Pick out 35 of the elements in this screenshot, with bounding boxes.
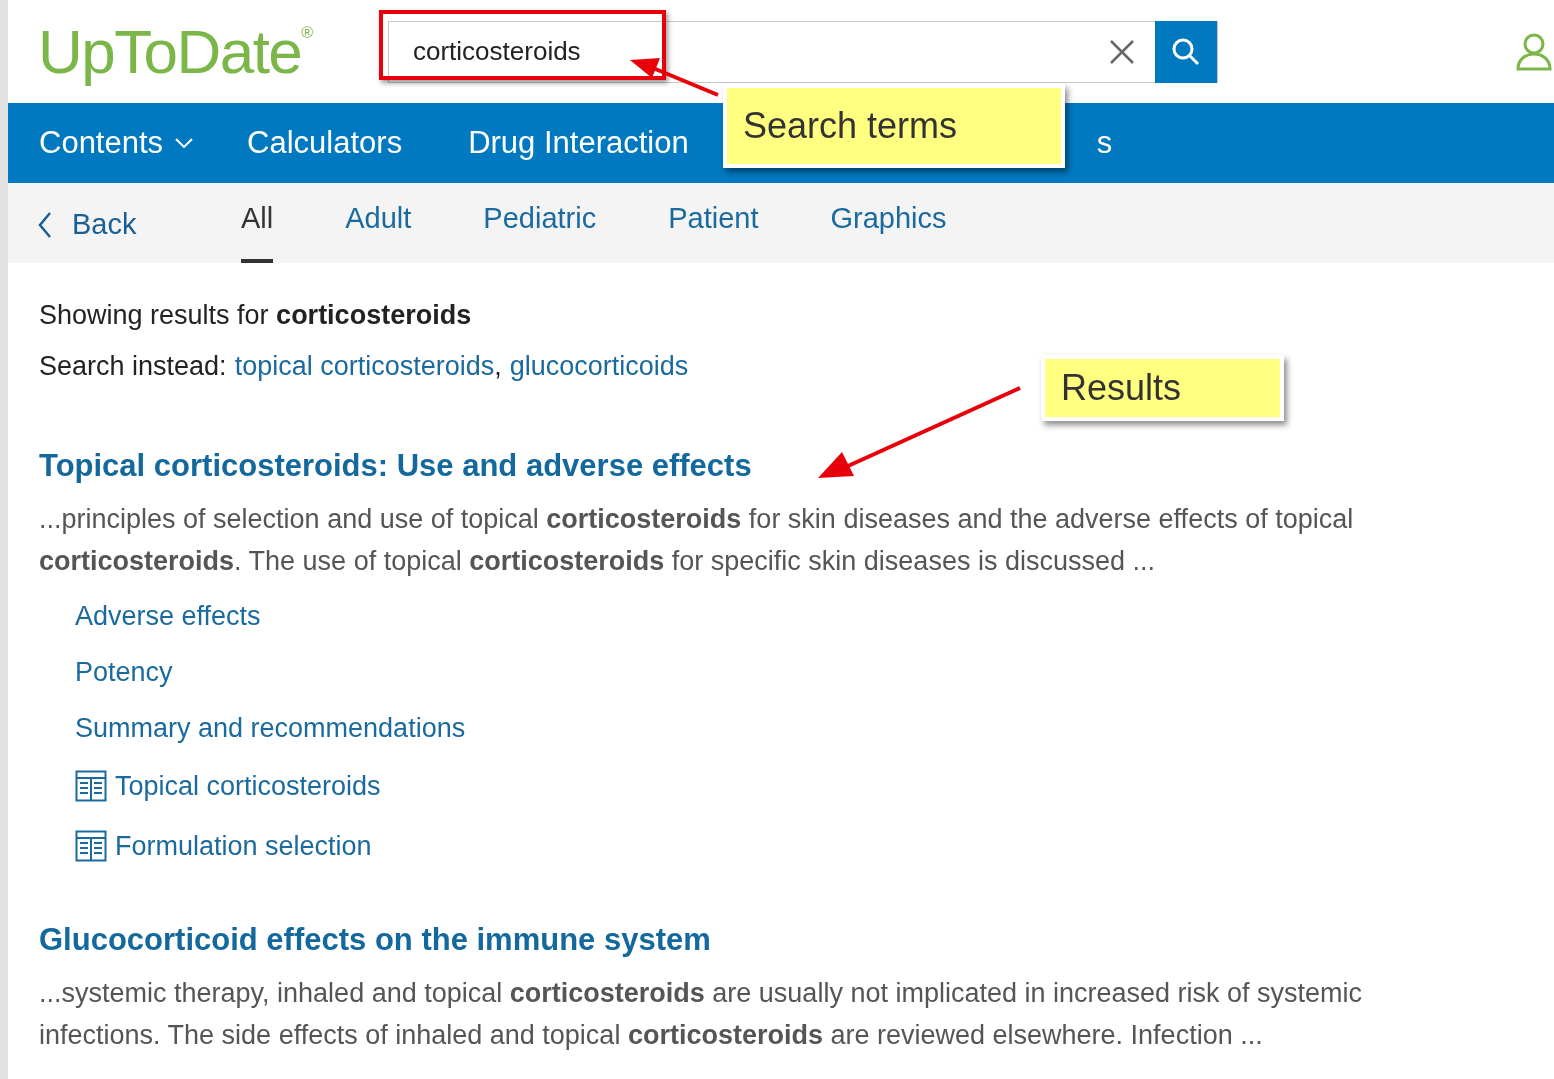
- filter-tab[interactable]: Adult: [345, 183, 412, 263]
- nav-dropdown[interactable]: Contents: [39, 119, 194, 167]
- filter-tab[interactable]: Graphics: [830, 183, 947, 263]
- nav-link[interactable]: s: [1096, 119, 1113, 167]
- registered-mark: ®: [301, 24, 314, 41]
- nav-link[interactable]: Calculators: [247, 119, 403, 167]
- search-icon: [1171, 36, 1201, 67]
- graphic-link[interactable]: Topical corticosteroids: [115, 765, 381, 807]
- result-title[interactable]: Topical corticosteroids: Use and adverse effects: [39, 446, 1494, 486]
- result-title[interactable]: Glucocorticoid effects on the immune system: [39, 920, 1494, 960]
- separator: ,: [494, 350, 502, 383]
- results-info: Showing results for corticosteroids: [39, 299, 473, 332]
- result-snippet: ...systemic therapy, inhaled and topical corticosteroids are usually not implicated in increased risk of systemic infections. The side effects of inhaled and topical corticosteroids are reviewed elsewhere. Infection ...: [39, 977, 1364, 1052]
- chevron-down-icon: [175, 138, 194, 148]
- nav-link[interactable]: Drug Interaction: [468, 119, 689, 167]
- suggestion-link[interactable]: topical corticosteroids: [234, 346, 495, 386]
- search-bar[interactable]: corticosteroids: [388, 20, 1218, 83]
- result-snippet: ...principles of selection and use of topical corticosteroids for skin diseases and the adverse effects of topical corticosteroids. The use of topical corticosteroids for specific skin diseases is discussed ...: [39, 503, 1355, 578]
- close-icon[interactable]: [1109, 38, 1135, 65]
- chevron-left-icon: [38, 212, 52, 238]
- filter-tab[interactable]: Pediatric: [483, 183, 597, 263]
- filter-tab[interactable]: Patient: [668, 183, 759, 263]
- search-button[interactable]: [1155, 20, 1217, 83]
- suggestion-link[interactable]: glucocorticoids: [509, 346, 689, 386]
- filter-tab[interactable]: All: [241, 183, 274, 263]
- user-icon[interactable]: [1516, 32, 1552, 71]
- table-icon: [75, 770, 107, 802]
- search-instead-label: Search instead:: [39, 350, 227, 383]
- section-link[interactable]: Potency: [75, 644, 1494, 700]
- section-link[interactable]: Adverse effects: [75, 588, 1494, 644]
- search-field[interactable]: corticosteroids: [413, 32, 1109, 71]
- back-link[interactable]: Back: [38, 183, 241, 263]
- section-link[interactable]: Summary and recommendations: [75, 700, 1494, 756]
- graphic-link[interactable]: Formulation selection: [115, 825, 372, 867]
- table-icon: [75, 830, 107, 862]
